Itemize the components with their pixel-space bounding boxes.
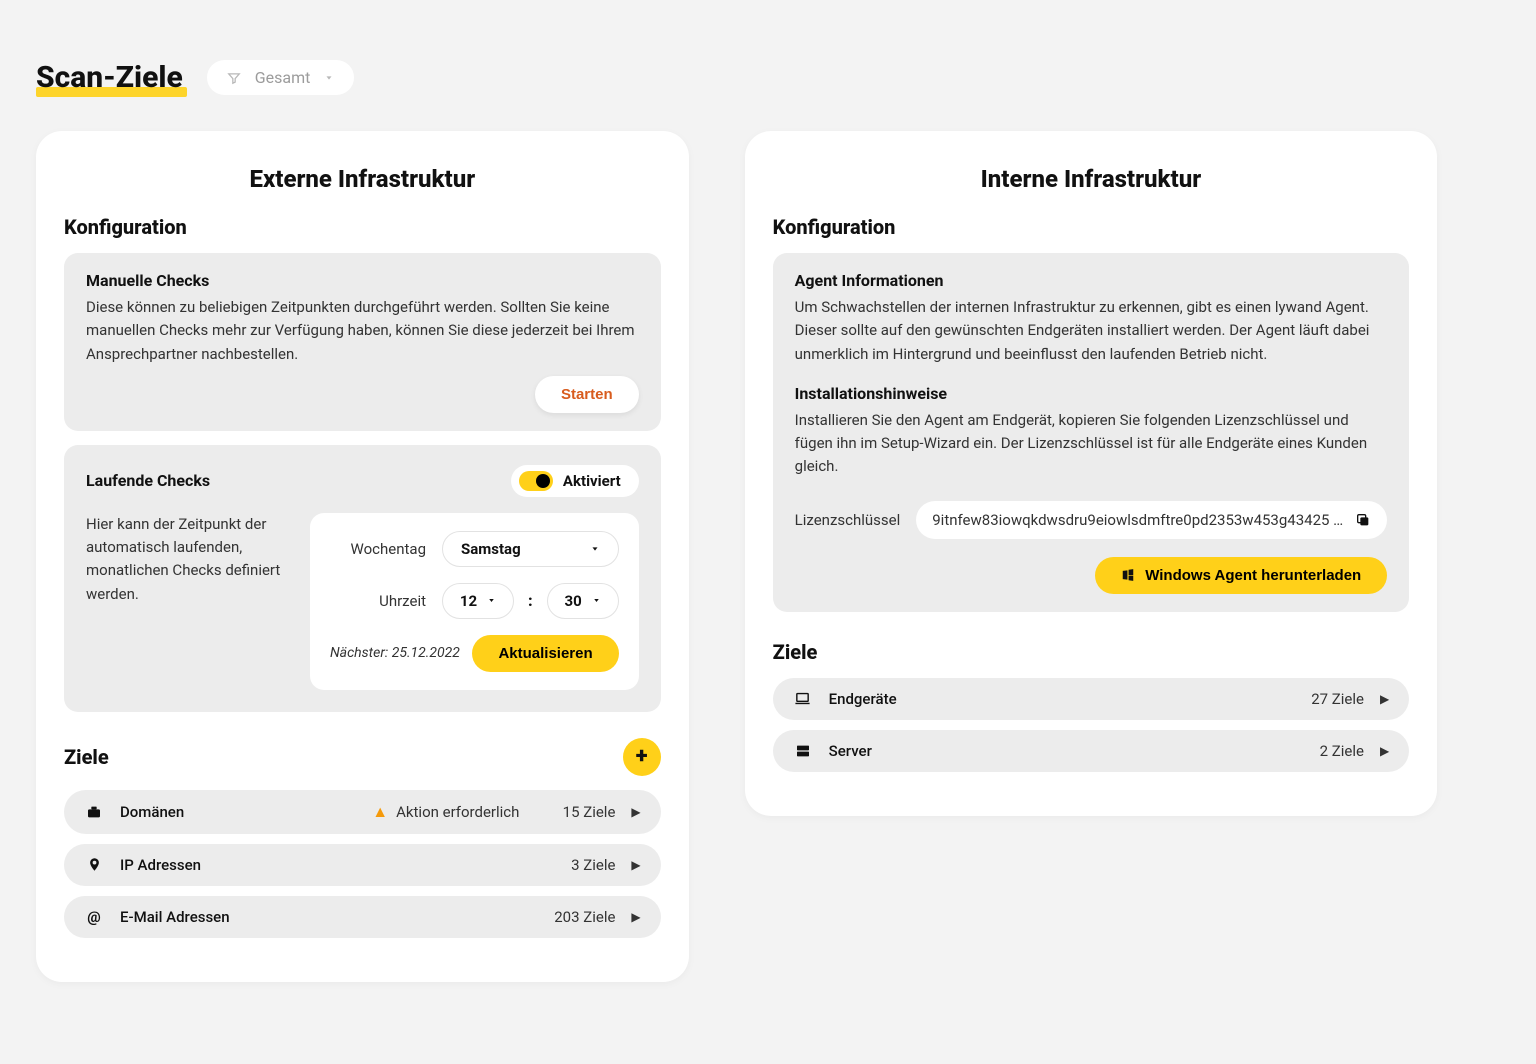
chevron-right-icon: ▶ bbox=[1380, 692, 1389, 706]
external-title: Externe Infrastruktur bbox=[64, 165, 661, 193]
filter-label: Gesamt bbox=[255, 68, 311, 87]
weekday-value: Samstag bbox=[461, 540, 521, 558]
external-config-title: Konfiguration bbox=[64, 215, 661, 239]
chevron-right-icon: ▶ bbox=[631, 858, 640, 872]
agent-info-text: Um Schwachstellen der internen Infrastru… bbox=[795, 296, 1388, 366]
running-description: Hier kann der Zeitpunkt der automatisch … bbox=[86, 513, 286, 690]
funnel-icon bbox=[227, 71, 241, 85]
install-text: Installieren Sie den Agent am Endgerät, … bbox=[795, 409, 1388, 479]
weekday-select[interactable]: Samstag bbox=[442, 531, 619, 567]
download-windows-agent-button[interactable]: Windows Agent herunterladen bbox=[1095, 557, 1387, 594]
install-heading: Installationshinweise bbox=[795, 384, 1388, 403]
target-row-endgeraete[interactable]: Endgeräte 27 Ziele ▶ bbox=[773, 678, 1410, 720]
download-label: Windows Agent herunterladen bbox=[1145, 567, 1361, 584]
minute-select[interactable]: 30 bbox=[547, 583, 619, 619]
warning-icon: ▲ bbox=[372, 802, 388, 822]
row-label: Server bbox=[829, 742, 872, 760]
license-label: Lizenzschlüssel bbox=[795, 511, 901, 529]
time-colon: : bbox=[528, 591, 533, 610]
windows-icon bbox=[1121, 568, 1135, 582]
external-card: Externe Infrastruktur Konfiguration Manu… bbox=[36, 131, 689, 982]
license-box: 9itnfew83iowqkdwsdru9eiowlsdmftre0pd2353… bbox=[916, 501, 1387, 539]
agent-info-heading: Agent Informationen bbox=[795, 271, 1388, 290]
briefcase-icon bbox=[84, 804, 104, 820]
running-checks-panel: Laufende Checks Aktiviert Hier kann der … bbox=[64, 445, 661, 712]
weekday-label: Wochentag bbox=[330, 540, 426, 558]
next-check-label: Nächster: 25.12.2022 bbox=[330, 645, 460, 661]
plus-icon: + bbox=[636, 744, 648, 769]
row-label: E-Mail Adressen bbox=[120, 908, 230, 926]
internal-title: Interne Infrastruktur bbox=[773, 165, 1410, 193]
row-label: Endgeräte bbox=[829, 690, 897, 708]
schedule-box: Wochentag Samstag Uhrzeit bbox=[310, 513, 639, 690]
chevron-right-icon: ▶ bbox=[631, 805, 640, 819]
row-count: 27 Ziele bbox=[1284, 690, 1364, 708]
internal-targets-title: Ziele bbox=[773, 640, 1410, 664]
internal-card: Interne Infrastruktur Konfiguration Agen… bbox=[745, 131, 1438, 816]
activated-label: Aktiviert bbox=[563, 472, 621, 490]
page-title: Scan-Ziele bbox=[36, 60, 183, 95]
agent-panel: Agent Informationen Um Schwachstellen de… bbox=[773, 253, 1410, 612]
manual-checks-panel: Manuelle Checks Diese können zu beliebig… bbox=[64, 253, 661, 431]
row-count: 2 Ziele bbox=[1284, 742, 1364, 760]
map-pin-icon bbox=[84, 857, 104, 872]
row-count: 203 Ziele bbox=[535, 908, 615, 926]
time-label: Uhrzeit bbox=[330, 592, 426, 610]
laptop-icon bbox=[793, 690, 813, 707]
internal-config-title: Konfiguration bbox=[773, 215, 1410, 239]
server-icon bbox=[793, 743, 813, 759]
target-row-domains[interactable]: Domänen ▲ Aktion erforderlich 15 Ziele ▶ bbox=[64, 790, 661, 834]
manual-checks-heading: Manuelle Checks bbox=[86, 271, 639, 290]
chevron-down-icon bbox=[487, 596, 496, 605]
row-label: Domänen bbox=[120, 803, 184, 821]
activated-toggle[interactable]: Aktiviert bbox=[511, 465, 639, 497]
row-count: 15 Ziele bbox=[535, 803, 615, 821]
row-label: IP Adressen bbox=[120, 856, 201, 874]
license-value: 9itnfew83iowqkdwsdru9eiowlsdmftre0pd2353… bbox=[932, 511, 1343, 529]
chevron-down-icon bbox=[324, 73, 334, 83]
target-row-ip[interactable]: IP Adressen 3 Ziele ▶ bbox=[64, 844, 661, 886]
at-icon: @ bbox=[84, 908, 104, 926]
row-warning: ▲ Aktion erforderlich bbox=[372, 802, 519, 822]
add-target-button[interactable]: + bbox=[623, 738, 661, 776]
chevron-down-icon bbox=[590, 544, 600, 554]
external-targets-title: Ziele bbox=[64, 745, 109, 769]
hour-value: 12 bbox=[460, 592, 477, 610]
copy-icon[interactable] bbox=[1355, 512, 1371, 528]
row-count: 3 Ziele bbox=[535, 856, 615, 874]
chevron-right-icon: ▶ bbox=[1380, 744, 1389, 758]
hour-select[interactable]: 12 bbox=[442, 583, 514, 619]
update-button[interactable]: Aktualisieren bbox=[472, 635, 618, 672]
target-row-server[interactable]: Server 2 Ziele ▶ bbox=[773, 730, 1410, 772]
start-button[interactable]: Starten bbox=[535, 376, 639, 413]
running-checks-heading: Laufende Checks bbox=[86, 471, 210, 490]
minute-value: 30 bbox=[565, 592, 582, 610]
filter-dropdown[interactable]: Gesamt bbox=[207, 60, 355, 95]
chevron-right-icon: ▶ bbox=[631, 910, 640, 924]
chevron-down-icon bbox=[592, 596, 601, 605]
warning-text: Aktion erforderlich bbox=[396, 803, 519, 821]
toggle-switch bbox=[519, 471, 553, 491]
manual-checks-text: Diese können zu beliebigen Zeitpunkten d… bbox=[86, 296, 639, 366]
target-row-email[interactable]: @ E-Mail Adressen 203 Ziele ▶ bbox=[64, 896, 661, 938]
